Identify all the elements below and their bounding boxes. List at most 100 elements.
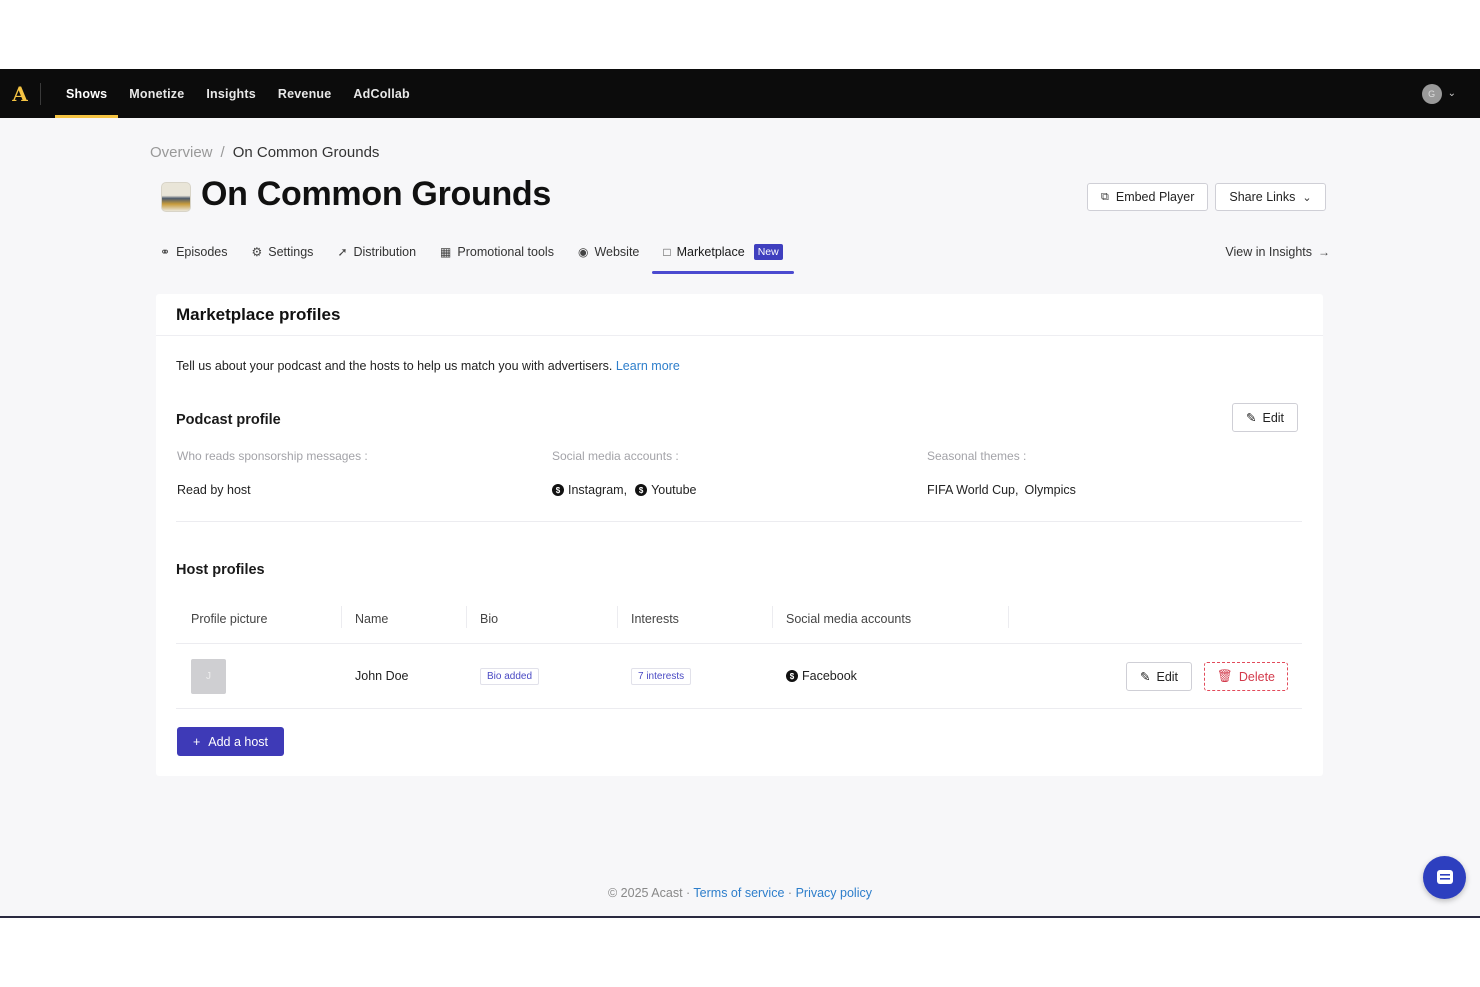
tab-promotional-tools[interactable]: ▦ Promotional tools [440, 237, 554, 267]
tab-distribution-label: Distribution [353, 245, 417, 259]
breadcrumb: Overview / On Common Grounds [150, 144, 379, 161]
column-separator [617, 606, 618, 628]
chat-support-button[interactable] [1423, 856, 1466, 899]
tab-distribution[interactable]: ➚ Distribution [337, 237, 416, 267]
rocket-icon: ➚ [337, 245, 348, 259]
header-actions: ⧉ Embed Player Share Links ⌄ [1087, 183, 1326, 211]
privacy-link[interactable]: Privacy policy [796, 886, 872, 900]
embed-player-label: Embed Player [1115, 190, 1195, 204]
tab-settings[interactable]: ⚙ Settings [252, 237, 314, 267]
tab-promotional-tools-label: Promotional tools [457, 245, 554, 259]
page-title: On Common Grounds [201, 175, 551, 213]
view-in-insights-label: View in Insights [1225, 245, 1312, 259]
nav-item-insights[interactable]: Insights [195, 69, 267, 118]
host-delete-label: Delete [1238, 669, 1275, 684]
tab-marketplace-label: Marketplace [676, 245, 745, 259]
avatar[interactable]: G [1421, 83, 1442, 104]
field-label-social: Social media accounts : [552, 449, 679, 463]
embed-player-button[interactable]: ⧉ Embed Player [1087, 183, 1209, 211]
breadcrumb-overview[interactable]: Overview [150, 144, 213, 161]
grid-icon: ▦ [440, 245, 452, 259]
globe-icon: ◉ [577, 245, 589, 259]
chat-icon: □ [663, 245, 671, 259]
interests-tag: 7 interests [631, 668, 692, 685]
podcast-profile-edit-button[interactable]: ✎ Edit [1232, 403, 1299, 432]
host-edit-label: Edit [1156, 669, 1179, 684]
add-host-label: Add a host [208, 734, 269, 749]
chat-icon [1436, 869, 1453, 884]
breadcrumb-separator: / [220, 144, 225, 161]
field-value-sponsorship: Read by host [177, 483, 251, 497]
learn-more-link[interactable]: Learn more [616, 359, 680, 373]
pencil-icon: ✎ [1246, 411, 1257, 425]
plus-icon: + [192, 734, 201, 749]
chevron-down-icon: ⌄ [1302, 191, 1312, 204]
footer-copyright: © 2025 Acast · [608, 886, 691, 900]
acast-logo[interactable]: A [0, 69, 40, 118]
social-instagram: Instagram, [568, 483, 628, 497]
seasonal-olympics: Olympics [1024, 483, 1076, 497]
field-label-sponsorship: Who reads sponsorship messages : [177, 449, 368, 463]
host-social: $ Facebook [786, 669, 857, 683]
seasonal-worldcup: FIFA World Cup, [927, 483, 1019, 497]
nav-item-adcollab[interactable]: AdCollab [342, 69, 420, 118]
nav-item-monetize[interactable]: Monetize [118, 69, 195, 118]
podcast-profile-title: Podcast profile [176, 412, 281, 428]
col-header-interests: Interests [631, 612, 679, 626]
table-row-divider [176, 708, 1302, 709]
intro-copy: Tell us about your podcast and the hosts… [176, 359, 613, 373]
marketplace-card: Marketplace profiles Tell us about your … [156, 294, 1323, 776]
col-header-name: Name [355, 612, 389, 626]
gear-icon: ⚙ [251, 245, 263, 259]
youtube-icon: $ [635, 484, 648, 496]
footer-dot: · [787, 886, 793, 900]
host-social-facebook: Facebook [802, 669, 857, 683]
trash-icon: 🗑 [1216, 669, 1233, 683]
share-links-label: Share Links [1229, 190, 1296, 204]
pencil-icon: ✎ [1140, 670, 1151, 684]
facebook-icon: $ [786, 670, 798, 682]
column-separator [341, 606, 342, 628]
headphones-icon: ⚭ [160, 245, 171, 259]
host-name: John Doe [355, 669, 409, 683]
bio-tag: Bio added [480, 668, 540, 685]
new-badge: New [753, 244, 783, 260]
col-header-social: Social media accounts [786, 612, 912, 626]
tab-episodes[interactable]: ⚭ Episodes [160, 237, 228, 267]
chevron-down-icon: ⌄ [1447, 88, 1456, 99]
share-links-button[interactable]: Share Links ⌄ [1215, 183, 1326, 211]
nav-item-revenue[interactable]: Revenue [267, 69, 343, 118]
terms-link[interactable]: Terms of service [693, 886, 784, 900]
view-in-insights-link[interactable]: View in Insights → [1225, 237, 1330, 267]
tab-website[interactable]: ◉ Website [578, 237, 639, 267]
table-header-divider [176, 643, 1302, 644]
edit-label: Edit [1262, 410, 1285, 425]
logo-divider [40, 82, 41, 105]
app-frame: A Shows Monetize Insights Revenue AdColl… [0, 69, 1480, 918]
tab-website-label: Website [594, 245, 640, 259]
embed-icon: ⧉ [1101, 190, 1109, 203]
social-youtube: Youtube [651, 483, 697, 497]
tab-episodes-label: Episodes [176, 245, 228, 259]
col-header-bio: Bio [480, 612, 499, 626]
host-edit-button[interactable]: ✎ Edit [1126, 662, 1193, 691]
host-profiles-title: Host profiles [176, 562, 265, 578]
footer: © 2025 Acast · Terms of service · Privac… [0, 886, 1480, 900]
top-nav: A Shows Monetize Insights Revenue AdColl… [0, 69, 1480, 118]
nav-item-shows[interactable]: Shows [55, 69, 119, 118]
field-label-seasonal: Seasonal themes : [927, 449, 1027, 463]
section-divider [176, 521, 1302, 522]
card-title: Marketplace profiles [156, 294, 1323, 336]
intro-text: Tell us about your podcast and the hosts… [176, 359, 680, 373]
col-header-profile-picture: Profile picture [191, 612, 268, 626]
tab-marketplace[interactable]: □ Marketplace New [652, 237, 795, 274]
account-menu[interactable]: G ⌄ [1421, 83, 1456, 104]
arrow-right-icon: → [1318, 245, 1330, 259]
column-separator [1008, 606, 1009, 628]
tab-settings-label: Settings [268, 245, 314, 259]
column-separator [772, 606, 773, 628]
field-value-seasonal: FIFA World Cup, Olympics [927, 483, 1076, 497]
add-host-button[interactable]: + Add a host [177, 727, 284, 756]
field-value-social: $ Instagram, $ Youtube [552, 483, 697, 497]
host-delete-button[interactable]: 🗑 Delete [1204, 662, 1288, 691]
